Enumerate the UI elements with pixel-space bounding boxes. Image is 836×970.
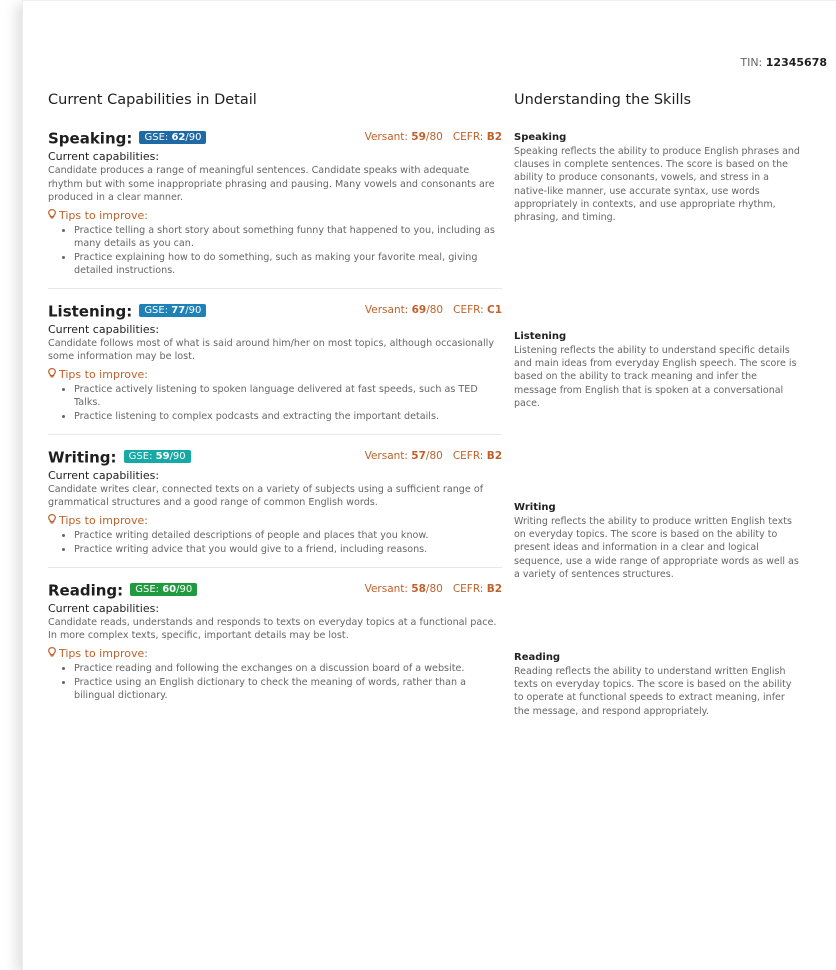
score-summary: Versant: 58/80 CEFR: B2	[364, 582, 502, 595]
section-heading-understanding: Understanding the Skills	[514, 92, 692, 108]
gse-badge: GSE: 59/90	[123, 449, 191, 463]
tip-item: Practice writing advice that you would g…	[74, 543, 502, 556]
lightbulb-icon	[48, 513, 56, 527]
understanding-reading: Reading Reading reflects the ability to …	[514, 652, 800, 718]
skill-name: Listening:	[48, 302, 133, 320]
understanding-speaking: Speaking Speaking reflects the ability t…	[514, 132, 800, 224]
capabilities-label: Current capabilities:	[48, 601, 160, 615]
understanding-text: Listening reflects the ability to unders…	[514, 345, 797, 409]
skill-header: Speaking: GSE: 62/90 Versant: 59/80 CEFR:…	[48, 128, 502, 148]
understanding-text: Reading reflects the ability to understa…	[514, 666, 792, 717]
tip-item: Practice reading and following the excha…	[74, 662, 502, 675]
lightbulb-icon	[48, 646, 56, 660]
skill-header: Reading: GSE: 60/90 Versant: 58/80 CEFR: …	[48, 580, 502, 599]
tip-item: Practice writing detailed descriptions o…	[74, 529, 502, 542]
skill-name: Speaking:	[48, 129, 133, 148]
tips-list: Practice writing detailed descriptions o…	[48, 529, 502, 556]
tin-value: 12345678	[765, 56, 827, 69]
tip-item: Practice explaining how to do something,…	[74, 251, 502, 277]
understanding-title: Listening	[514, 331, 567, 342]
tin-label: TIN: 12345678	[740, 56, 827, 69]
skill-name: Writing:	[48, 448, 117, 466]
cefr-level: B2	[486, 449, 502, 462]
tip-item: Practice actively listening to spoken la…	[74, 383, 502, 409]
tips-list: Practice telling a short story about som…	[48, 224, 502, 277]
score-summary: Versant: 69/80 CEFR: C1	[364, 303, 502, 316]
skill-header: Writing: GSE: 59/90 Versant: 57/80 CEFR: …	[48, 447, 502, 466]
understanding-title: Speaking	[514, 132, 567, 143]
lightbulb-icon	[48, 367, 56, 381]
skill-name: Reading:	[48, 581, 124, 599]
tips-list: Practice reading and following the excha…	[48, 662, 502, 702]
tip-item: Practice listening to complex podcasts a…	[74, 410, 502, 423]
versant-score: 59	[411, 131, 426, 143]
skill-header: Listening: GSE: 77/90 Versant: 69/80 CEFR…	[48, 301, 502, 320]
versant-score: 69	[411, 303, 427, 316]
tips-heading: Tips to improve:	[48, 208, 502, 222]
lightbulb-icon	[48, 208, 56, 222]
skill-reading: Reading: GSE: 60/90 Versant: 58/80 CEFR: …	[48, 580, 502, 702]
score-summary: Versant: 57/80 CEFR: B2	[364, 449, 502, 462]
divider	[48, 566, 502, 568]
capabilities-label: Current capabilities:	[48, 468, 160, 482]
capabilities-label: Current capabilities:	[48, 322, 160, 336]
versant-score: 57	[411, 449, 426, 462]
understanding-text: Writing reflects the ability to produce …	[514, 516, 799, 580]
capabilities-text: Candidate produces a range of meaningful…	[48, 165, 495, 203]
capabilities-label: Current capabilities:	[48, 150, 160, 163]
divider	[48, 287, 502, 289]
understanding-listening: Listening Listening reflects the ability…	[514, 331, 800, 410]
tips-heading: Tips to improve:	[48, 367, 502, 381]
capabilities-text: Candidate reads, understands and respond…	[48, 616, 497, 642]
skill-speaking: Speaking: GSE: 62/90 Versant: 59/80 CEFR:…	[48, 128, 502, 277]
score-summary: Versant: 59/80 CEFR: B2	[364, 131, 502, 143]
tips-heading: Tips to improve:	[48, 646, 502, 660]
versant-score: 58	[411, 582, 426, 595]
section-heading-capabilities: Current Capabilities in Detail	[48, 92, 257, 108]
skill-writing: Writing: GSE: 59/90 Versant: 57/80 CEFR: …	[48, 447, 502, 556]
gse-badge: GSE: 60/90	[130, 582, 198, 596]
cefr-level: C1	[486, 303, 502, 316]
cefr-level: B2	[486, 582, 502, 595]
tip-item: Practice using an English dictionary to …	[74, 676, 502, 702]
gse-badge: GSE: 62/90	[139, 131, 207, 144]
understanding-title: Reading	[514, 652, 561, 663]
capabilities-text: Candidate follows most of what is said a…	[48, 337, 494, 363]
cefr-level: B2	[486, 131, 502, 143]
capabilities-text: Candidate writes clear, connected texts …	[48, 483, 484, 509]
tips-list: Practice actively listening to spoken la…	[48, 383, 502, 423]
skill-listening: Listening: GSE: 77/90 Versant: 69/80 CEFR…	[48, 301, 502, 423]
tips-heading: Tips to improve:	[48, 513, 502, 527]
tip-item: Practice telling a short story about som…	[74, 224, 502, 250]
understanding-title: Writing	[514, 502, 556, 513]
capabilities-column: Speaking: GSE: 62/90 Versant: 59/80 CEFR:…	[48, 128, 502, 703]
gse-badge: GSE: 77/90	[139, 303, 207, 317]
understanding-text: Speaking reflects the ability to produce…	[514, 146, 800, 224]
divider	[48, 433, 502, 435]
understanding-writing: Writing Writing reflects the ability to …	[514, 502, 800, 581]
